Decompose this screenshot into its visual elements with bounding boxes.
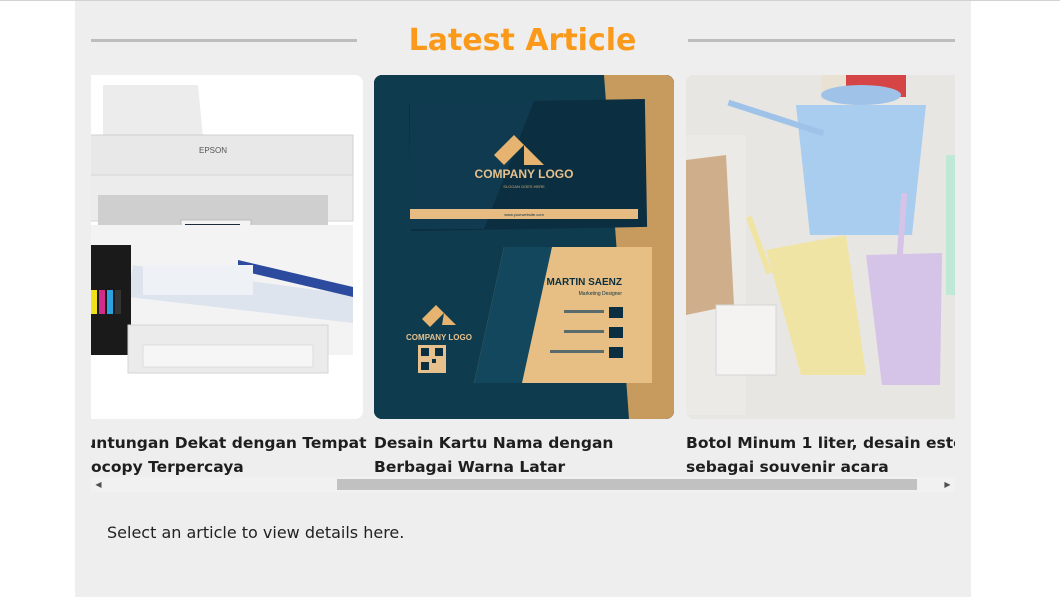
printer-image: EPSON (91, 75, 363, 419)
title-rule-left (91, 39, 357, 42)
business-card-image: COMPANY LOGO SLOGAN GOES HERE www.yourwe… (374, 75, 674, 419)
carousel-scrollbar[interactable]: ◀ ▶ (91, 477, 955, 492)
title-rule-right (688, 39, 955, 42)
article-thumbnail-business-card[interactable]: COMPANY LOGO SLOGAN GOES HERE www.yourwe… (374, 75, 674, 419)
latest-article-section: Latest Article EPSON Keuntungan Dekat de… (75, 1, 971, 597)
article-thumbnail-printer[interactable]: EPSON (91, 75, 363, 419)
article-details-placeholder: Select an article to view details here. (107, 523, 405, 542)
scroll-right-arrow-icon[interactable]: ▶ (940, 477, 955, 492)
article-card[interactable]: COMPANY LOGO SLOGAN GOES HERE www.yourwe… (374, 75, 674, 477)
article-title[interactable]: Desain Kartu Nama dengan Berbagai Warna … (374, 431, 674, 477)
tumbler-cups-image (686, 75, 955, 419)
bcard-logo: COMPANY LOGO (475, 167, 574, 181)
bcard-role: Marketing Designer (579, 291, 623, 297)
printer-brand: EPSON (199, 146, 227, 155)
article-card[interactable]: Botol Minum 1 liter, desain estetik seba… (686, 75, 955, 477)
article-title[interactable]: Keuntungan Dekat dengan Tempat Fotocopy … (91, 431, 367, 477)
bcard-name: MARTIN SAENZ (546, 277, 622, 288)
section-title: Latest Article (408, 23, 637, 58)
bcard-website: www.yourwebsite.com (504, 212, 544, 217)
article-thumbnail-tumbler-cups[interactable] (686, 75, 955, 419)
article-card[interactable]: EPSON Keuntungan Dekat dengan Tempat oco… (91, 75, 367, 477)
scrollbar-thumb[interactable] (337, 479, 917, 490)
scroll-left-arrow-icon[interactable]: ◀ (91, 477, 106, 492)
svg-text:COMPANY LOGO: COMPANY LOGO (406, 333, 472, 342)
article-title[interactable]: Botol Minum 1 liter, desain estetik seba… (686, 431, 955, 477)
bcard-tagline: SLOGAN GOES HERE (503, 184, 545, 189)
article-carousel[interactable]: EPSON Keuntungan Dekat dengan Tempat oco… (91, 75, 955, 477)
